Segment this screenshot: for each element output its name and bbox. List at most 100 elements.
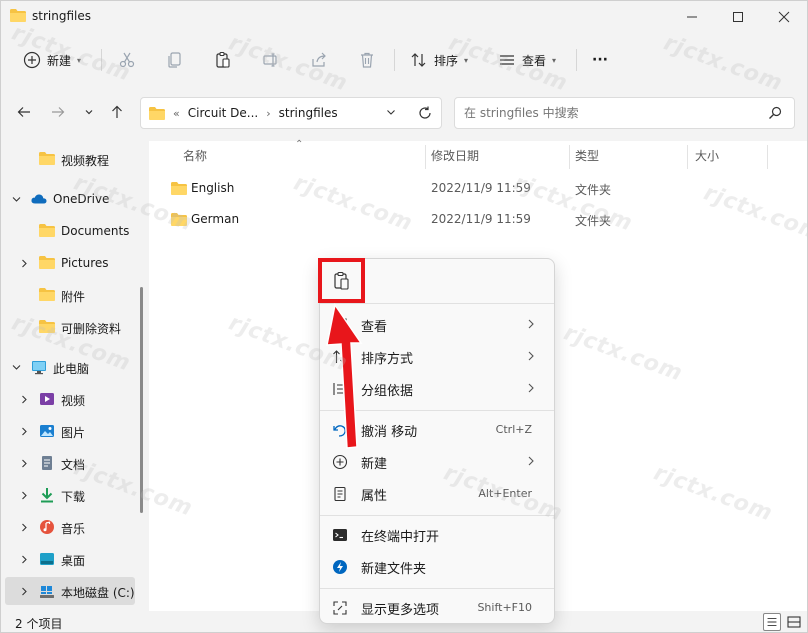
folder-icon (171, 182, 187, 195)
plus-circle-icon (332, 454, 348, 470)
paste-button[interactable] (214, 48, 232, 72)
nav-item-deletable[interactable]: 可删除资料 (1, 313, 141, 341)
new-button[interactable]: 新建 ▾ (23, 48, 81, 72)
menu-item-label: 在终端中打开 (361, 530, 440, 545)
more-options-button[interactable]: ··· (592, 48, 608, 72)
nav-item-documents[interactable]: Documents (1, 217, 141, 245)
title-bar[interactable]: stringfiles (1, 1, 807, 33)
column-divider[interactable] (425, 145, 426, 169)
drive-icon (40, 586, 54, 598)
share-button[interactable] (310, 48, 328, 72)
menu-item-show-more-options[interactable]: 显示更多选项 Shift+F10 (324, 593, 550, 623)
tiles-view-icon[interactable] (785, 613, 803, 631)
nav-item-docs[interactable]: 文档 (1, 449, 141, 477)
chevron-right-icon[interactable] (18, 521, 30, 533)
search-input[interactable] (464, 105, 754, 121)
breadcrumb-overflow[interactable]: « (173, 107, 180, 120)
chevron-down-icon[interactable] (385, 106, 397, 118)
arrow-up-icon (112, 105, 122, 118)
nav-item-images[interactable]: 图片 (1, 417, 141, 445)
table-row[interactable]: English 2022/11/9 11:59 文件夹 (163, 175, 793, 203)
file-type: 文件夹 (575, 183, 612, 197)
details-view-icon[interactable] (763, 613, 781, 631)
more-label: ··· (592, 52, 608, 68)
folder-icon (39, 152, 55, 165)
folder-icon (39, 224, 55, 237)
menu-item-properties[interactable]: 属性 Alt+Enter (324, 479, 550, 509)
view-button[interactable]: 查看 ▾ (498, 48, 556, 72)
sort-label: 排序 (434, 53, 459, 68)
delete-button[interactable] (358, 48, 376, 72)
menu-item-shortcut: Shift+F10 (477, 601, 532, 614)
minimize-icon (687, 16, 697, 18)
red-arrow-icon (326, 303, 363, 449)
column-header-size[interactable]: 大小 (695, 147, 719, 164)
chevron-right-icon: › (266, 106, 271, 120)
close-button[interactable] (761, 1, 807, 33)
trash-icon (358, 51, 376, 69)
minimize-button[interactable] (669, 1, 715, 33)
navigation-pane: 视频教程 OneDrive Documents Pictures 附件 可删除资… (1, 141, 147, 611)
chevron-right-icon[interactable] (18, 393, 30, 405)
nav-item-downloads[interactable]: 下载 (1, 481, 141, 509)
table-row[interactable]: German 2022/11/9 11:59 文件夹 (163, 206, 793, 234)
cut-button[interactable] (118, 48, 136, 72)
chevron-right-icon[interactable] (18, 257, 30, 269)
plus-circle-icon (23, 51, 41, 69)
nav-item-this-pc[interactable]: 此电脑 (1, 353, 141, 381)
nav-item-music[interactable]: 音乐 (1, 513, 141, 541)
up-button[interactable] (108, 103, 126, 121)
copy-button[interactable] (166, 48, 184, 72)
breadcrumb-stringfiles[interactable]: stringfiles (279, 106, 338, 120)
nav-item-video-tutorials[interactable]: 视频教程 (1, 145, 141, 173)
nav-item-attachments[interactable]: 附件 (1, 281, 141, 309)
nav-item-local-disk-c[interactable]: 本地磁盘 (C:) (5, 577, 135, 605)
toolbar-divider (576, 49, 577, 71)
menu-item-new-folder[interactable]: 新建文件夹 (324, 552, 550, 582)
address-bar[interactable]: « Circuit De... › stringfiles (140, 97, 442, 129)
expand-icon (333, 601, 347, 615)
chevron-right-icon[interactable] (18, 425, 30, 437)
nav-item-videos[interactable]: 视频 (1, 385, 141, 413)
rename-button[interactable] (262, 48, 280, 72)
search-icon[interactable] (768, 106, 782, 120)
search-box[interactable] (454, 97, 795, 129)
column-divider[interactable] (687, 145, 688, 169)
nav-item-desktop[interactable]: 桌面 (1, 545, 141, 573)
column-header-type[interactable]: 类型 (575, 147, 599, 164)
column-header-name[interactable]: 名称 (183, 147, 207, 164)
folder-icon (39, 256, 55, 269)
nav-label: 音乐 (61, 522, 86, 536)
menu-item-open-terminal[interactable]: 在终端中打开 (324, 520, 550, 550)
file-type: 文件夹 (575, 214, 612, 228)
back-button[interactable] (15, 103, 33, 121)
cloud-icon (31, 194, 47, 204)
folder-icon (39, 320, 55, 333)
refresh-icon[interactable] (417, 105, 433, 121)
chevron-down-icon[interactable] (10, 361, 22, 373)
menu-item-label: 新建 (361, 457, 388, 472)
chevron-right-icon[interactable] (18, 553, 30, 565)
monitor-icon (32, 361, 46, 375)
chevron-down-icon: ▾ (464, 55, 469, 65)
recent-locations-button[interactable] (80, 103, 98, 121)
menu-item-new[interactable]: 新建 (324, 447, 550, 477)
chevron-down-icon[interactable] (10, 193, 22, 205)
chevron-right-icon[interactable] (18, 457, 30, 469)
column-header-date[interactable]: 修改日期 (431, 147, 479, 164)
view-label: 查看 (522, 53, 547, 68)
maximize-button[interactable] (715, 1, 761, 33)
chevron-right-icon[interactable] (18, 489, 30, 501)
column-divider[interactable] (767, 145, 768, 169)
breadcrumb-circuit[interactable]: Circuit De... (188, 106, 259, 120)
nav-scrollbar[interactable] (140, 287, 143, 513)
arrow-right-icon (52, 107, 65, 117)
nav-item-pictures[interactable]: Pictures (1, 249, 141, 277)
nav-item-onedrive[interactable]: OneDrive (1, 185, 141, 213)
sort-button[interactable]: 排序 ▾ (410, 48, 468, 72)
chevron-right-icon[interactable] (18, 585, 30, 597)
menu-item-label: 新建文件夹 (361, 562, 427, 577)
file-explorer-window: stringfiles 新建 ▾ 排序 ▾ 查看 ▾ ··· « Circuit… (0, 0, 808, 633)
forward-button[interactable] (49, 103, 67, 121)
column-divider[interactable] (569, 145, 570, 169)
